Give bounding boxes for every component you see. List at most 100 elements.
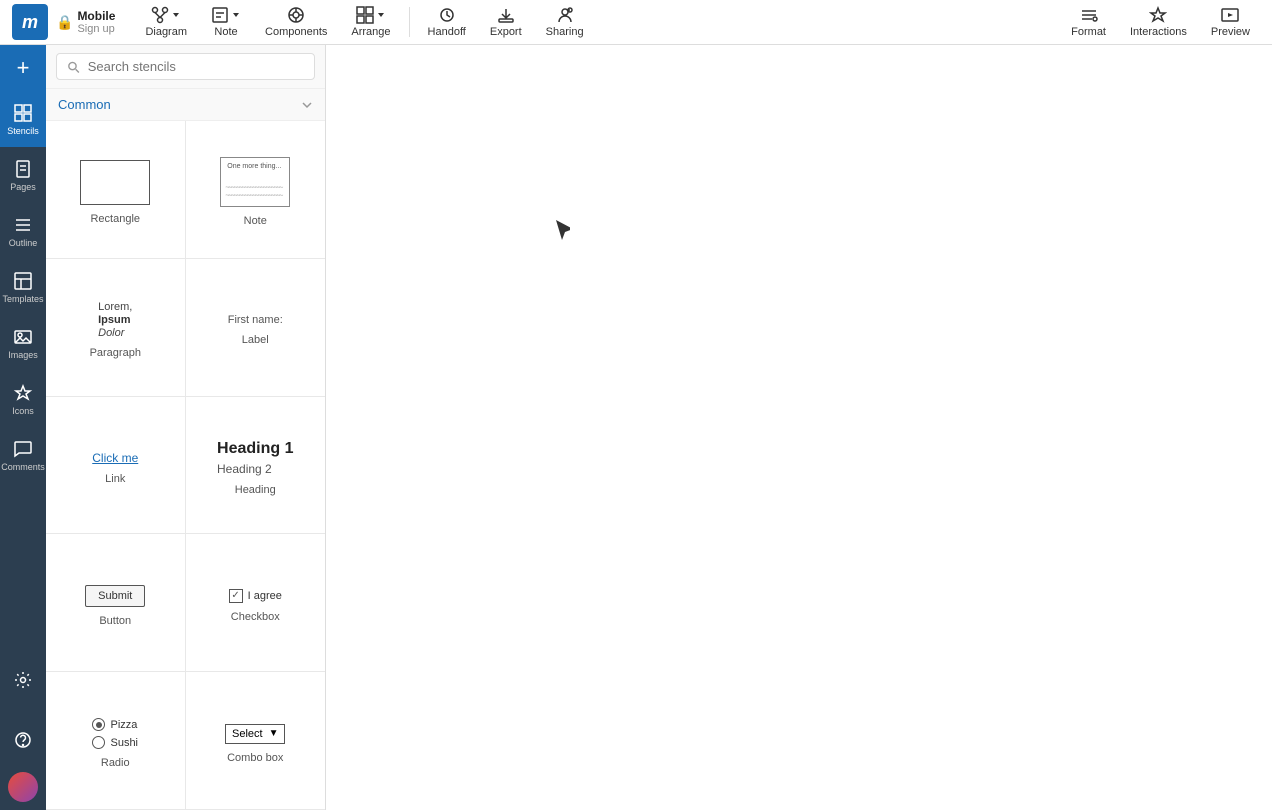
- note-shape-text: One more thing...: [227, 162, 281, 171]
- heading2-text: Heading 2: [217, 462, 272, 476]
- radio-circle-2: [92, 736, 105, 749]
- comments-nav-label: Comments: [1, 462, 45, 472]
- link-shape-text: Click me: [92, 451, 138, 465]
- paragraph-shape: Lorem, Ipsum Dolor: [98, 301, 132, 339]
- heading-shape: Heading 1 Heading 2: [217, 440, 293, 476]
- stencil-label[interactable]: First name: Label: [186, 259, 326, 397]
- sidebar-item-icons[interactable]: Icons: [0, 371, 46, 427]
- toolbar-interactions[interactable]: Interactions: [1120, 2, 1197, 42]
- note-label: Note: [214, 26, 237, 38]
- note-shape: One more thing... ~~~~~~~~~~~~~~~~~~~~~ …: [220, 157, 290, 207]
- toolbar-preview[interactable]: Preview: [1201, 2, 1260, 42]
- app-name: Mobile: [77, 9, 115, 23]
- sidebar-item-stencils[interactable]: Stencils: [0, 91, 46, 147]
- toolbar-export[interactable]: Export: [480, 2, 532, 42]
- rectangle-shape: [80, 160, 150, 205]
- cursor-pointer: [556, 220, 568, 238]
- para-line1: Lorem,: [98, 301, 132, 313]
- search-input[interactable]: [88, 59, 304, 74]
- outline-nav-label: Outline: [9, 238, 38, 248]
- arrange-label: Arrange: [351, 26, 390, 38]
- help-nav-item[interactable]: [0, 712, 46, 768]
- select-text: Select: [232, 728, 263, 740]
- sidebar-bottom: [0, 652, 46, 810]
- link-cell-label: Link: [105, 473, 125, 485]
- checkbox-cell-label: Checkbox: [231, 611, 280, 623]
- stencil-checkbox[interactable]: ✓ I agree Checkbox: [186, 534, 326, 672]
- search-box[interactable]: [56, 53, 315, 80]
- stencil-rectangle[interactable]: Rectangle: [46, 121, 186, 259]
- sidebar-item-images[interactable]: Images: [0, 315, 46, 371]
- heading-cell-label: Heading: [235, 484, 276, 496]
- stencil-note[interactable]: One more thing... ~~~~~~~~~~~~~~~~~~~~~ …: [186, 121, 326, 259]
- user-avatar[interactable]: [8, 772, 38, 802]
- category-name: Common: [58, 97, 111, 112]
- stencil-radio[interactable]: Pizza Sushi Radio: [46, 672, 186, 810]
- toolbar-note[interactable]: Note: [201, 2, 251, 42]
- canvas-area[interactable]: [326, 45, 1272, 810]
- checkbox-shape: ✓ I agree: [229, 589, 282, 603]
- stencil-paragraph[interactable]: Lorem, Ipsum Dolor Paragraph: [46, 259, 186, 397]
- toolbar: m 🔒 Mobile Sign up Diagram: [0, 0, 1272, 45]
- radio-dot-1: [96, 722, 102, 728]
- button-shape-text: Submit: [98, 590, 132, 602]
- button-shape: Submit: [85, 585, 145, 607]
- label-cell-label: Label: [242, 334, 269, 346]
- toolbar-sharing[interactable]: Sharing: [536, 2, 594, 42]
- sidebar-item-templates[interactable]: Templates: [0, 259, 46, 315]
- stencil-grid: Rectangle One more thing... ~~~~~~~~~~~~…: [46, 121, 325, 810]
- sidebar-item-outline[interactable]: Outline: [0, 203, 46, 259]
- select-arrow-icon: ▼: [269, 728, 279, 739]
- stencils-nav-label: Stencils: [7, 126, 39, 136]
- para-line2: Ipsum: [98, 314, 130, 326]
- sidebar-item-pages[interactable]: Pages: [0, 147, 46, 203]
- radio-option1-text: Pizza: [110, 719, 137, 731]
- radio-circle-1: [92, 718, 105, 731]
- stencil-button[interactable]: Submit Button: [46, 534, 186, 672]
- para-line3: Dolor: [98, 327, 124, 339]
- radio-shape: Pizza Sushi: [92, 718, 138, 749]
- settings-nav-item[interactable]: [0, 652, 46, 708]
- radio-option2-text: Sushi: [110, 737, 138, 749]
- combobox-shape: Select ▼: [225, 724, 285, 744]
- stencil-link[interactable]: Click me Link: [46, 397, 186, 535]
- note-label-text: Note: [244, 215, 267, 227]
- export-label: Export: [490, 26, 522, 38]
- sidebar-item-comments[interactable]: Comments: [0, 427, 46, 483]
- stencil-search-area: [46, 45, 325, 89]
- toolbar-divider-1: [409, 7, 410, 37]
- button-cell-label: Button: [99, 615, 131, 627]
- toolbar-components[interactable]: Components: [255, 2, 337, 42]
- stencil-combobox[interactable]: Select ▼ Combo box: [186, 672, 326, 810]
- add-button[interactable]: +: [0, 45, 46, 91]
- radio-row-2: Sushi: [92, 736, 138, 749]
- main-content: + Stencils Pages Outline: [0, 45, 1272, 810]
- toolbar-format[interactable]: Format: [1061, 2, 1116, 42]
- search-icon: [67, 60, 80, 74]
- label-shape-text: First name:: [228, 314, 283, 326]
- toolbar-handoff[interactable]: Handoff: [418, 2, 476, 42]
- images-nav-label: Images: [8, 350, 38, 360]
- radio-cell-label: Radio: [101, 757, 130, 769]
- paragraph-label: Paragraph: [90, 347, 141, 359]
- app-logo: m: [12, 4, 48, 40]
- combobox-cell-label: Combo box: [227, 752, 283, 764]
- pages-nav-label: Pages: [10, 182, 36, 192]
- note-squiggles: ~~~~~~~~~~~~~~~~~~~~~ ~~~~~~~~~~~~~~~~~~…: [225, 184, 285, 200]
- checkbox-label-text: I agree: [248, 590, 282, 602]
- sharing-label: Sharing: [546, 26, 584, 38]
- heading1-text: Heading 1: [217, 440, 293, 458]
- components-label: Components: [265, 26, 327, 38]
- checkbox-box: ✓: [229, 589, 243, 603]
- format-label: Format: [1071, 26, 1106, 38]
- toolbar-arrange[interactable]: Arrange: [341, 2, 400, 42]
- icon-sidebar: + Stencils Pages Outline: [0, 45, 46, 810]
- toolbar-diagram[interactable]: Diagram: [135, 2, 197, 42]
- icons-nav-label: Icons: [12, 406, 34, 416]
- stencil-heading[interactable]: Heading 1 Heading 2 Heading: [186, 397, 326, 535]
- rectangle-label: Rectangle: [90, 213, 140, 225]
- category-header[interactable]: Common: [46, 89, 325, 121]
- handoff-label: Handoff: [428, 26, 466, 38]
- diagram-label: Diagram: [145, 26, 187, 38]
- stencil-panel: Common Rectangle One more thing... ~~~~~…: [46, 45, 326, 810]
